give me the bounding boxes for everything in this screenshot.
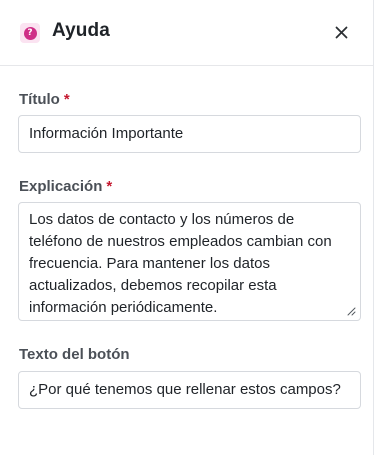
explanation-label-text: Explicación bbox=[19, 178, 103, 195]
title-label-text: Título bbox=[19, 91, 60, 108]
button-text-input[interactable]: ¿Por qué tenemos que rellenar estos camp… bbox=[18, 371, 361, 409]
help-icon: ? bbox=[20, 23, 40, 43]
title-input[interactable]: Información Importante bbox=[18, 115, 361, 153]
close-icon bbox=[335, 26, 347, 38]
explanation-text: Los datos de contacto y los números de t… bbox=[29, 211, 332, 316]
button-text-label-text: Texto del botón bbox=[19, 346, 130, 363]
button-text-field-label: Texto del botón bbox=[19, 346, 130, 363]
explanation-textarea[interactable]: Los datos de contacto y los números de t… bbox=[18, 202, 361, 321]
close-button[interactable] bbox=[331, 22, 351, 42]
explanation-field-label: Explicación * bbox=[19, 178, 112, 195]
title-field-label: Título * bbox=[19, 91, 70, 108]
required-mark: * bbox=[106, 178, 113, 195]
required-mark: * bbox=[63, 91, 70, 108]
panel-title: Ayuda bbox=[52, 20, 110, 41]
help-panel: ? Ayuda Título * Información Importante E… bbox=[0, 0, 374, 455]
panel-header: ? Ayuda bbox=[0, 0, 373, 66]
help-icon-glyph: ? bbox=[23, 26, 37, 40]
resize-handle-icon[interactable] bbox=[347, 307, 356, 316]
